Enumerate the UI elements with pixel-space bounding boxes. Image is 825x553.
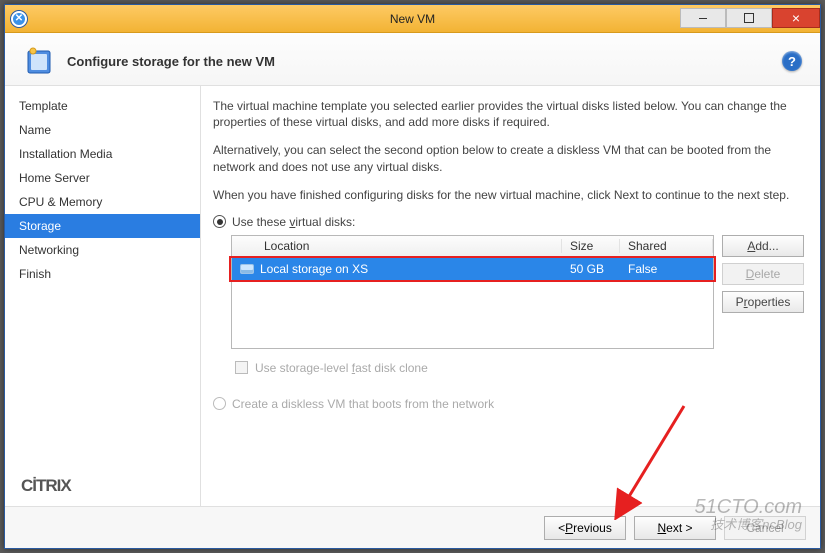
add-button[interactable]: Add... [722,235,804,257]
intro-para-2: Alternatively, you can select the second… [213,142,804,174]
delete-button: Delete [722,263,804,285]
intro-para-1: The virtual machine template you selecte… [213,98,804,130]
radio-label: Create a diskless VM that boots from the… [232,397,494,411]
fast-disk-clone-checkbox: Use storage-level fast disk clone [235,361,804,375]
sidebar-item-template[interactable]: Template [5,94,200,118]
sidebar-item-name[interactable]: Name [5,118,200,142]
checkbox-label: Use storage-level fast disk clone [255,361,428,375]
wizard-steps-sidebar: Template Name Installation Media Home Se… [5,86,201,506]
table-row[interactable]: Local storage on XS 50 GB False [232,258,713,280]
col-location[interactable]: Location [232,239,562,253]
next-button[interactable]: Next > [634,516,716,540]
maximize-button[interactable] [726,8,772,28]
page-title: Configure storage for the new VM [67,54,782,69]
disk-icon [240,264,254,274]
sidebar-item-cpu-memory[interactable]: CPU & Memory [5,190,200,214]
virtual-disks-table: Location Size Shared Local storage on XS… [231,235,714,349]
cell-size: 50 GB [562,262,620,276]
properties-button[interactable]: Properties [722,291,804,313]
help-icon[interactable]: ? [782,51,802,71]
wizard-footer: < Previous Next > Cancel [5,506,820,548]
wizard-header: Configure storage for the new VM ? [5,33,820,86]
sidebar-item-networking[interactable]: Networking [5,238,200,262]
radio-label: Use these virtual disks: [232,215,355,229]
sidebar-item-home-server[interactable]: Home Server [5,166,200,190]
app-icon: ✕ [11,11,27,27]
radio-icon [213,215,226,228]
titlebar: ✕ New VM [5,5,820,33]
cell-shared: False [620,262,713,276]
col-shared[interactable]: Shared [620,239,713,253]
previous-button[interactable]: < Previous [544,516,626,540]
table-header: Location Size Shared [232,236,713,258]
storage-wizard-icon [23,45,55,77]
cell-location: Local storage on XS [260,262,368,276]
sidebar-item-installation-media[interactable]: Installation Media [5,142,200,166]
radio-icon [213,397,226,410]
intro-para-3: When you have finished configuring disks… [213,187,804,203]
wizard-window: ✕ New VM Configure storage for the new V… [4,4,821,549]
close-button[interactable] [772,8,820,28]
citrix-logo: CİTRIX [21,476,71,496]
cancel-button: Cancel [724,516,806,540]
minimize-button[interactable] [680,8,726,28]
sidebar-item-finish[interactable]: Finish [5,262,200,286]
wizard-content: The virtual machine template you selecte… [201,86,820,506]
radio-use-virtual-disks[interactable]: Use these virtual disks: [213,215,804,229]
radio-diskless-vm: Create a diskless VM that boots from the… [213,397,804,411]
checkbox-icon [235,361,248,374]
window-title: New VM [390,12,435,26]
sidebar-item-storage[interactable]: Storage [5,214,200,238]
col-size[interactable]: Size [562,239,620,253]
